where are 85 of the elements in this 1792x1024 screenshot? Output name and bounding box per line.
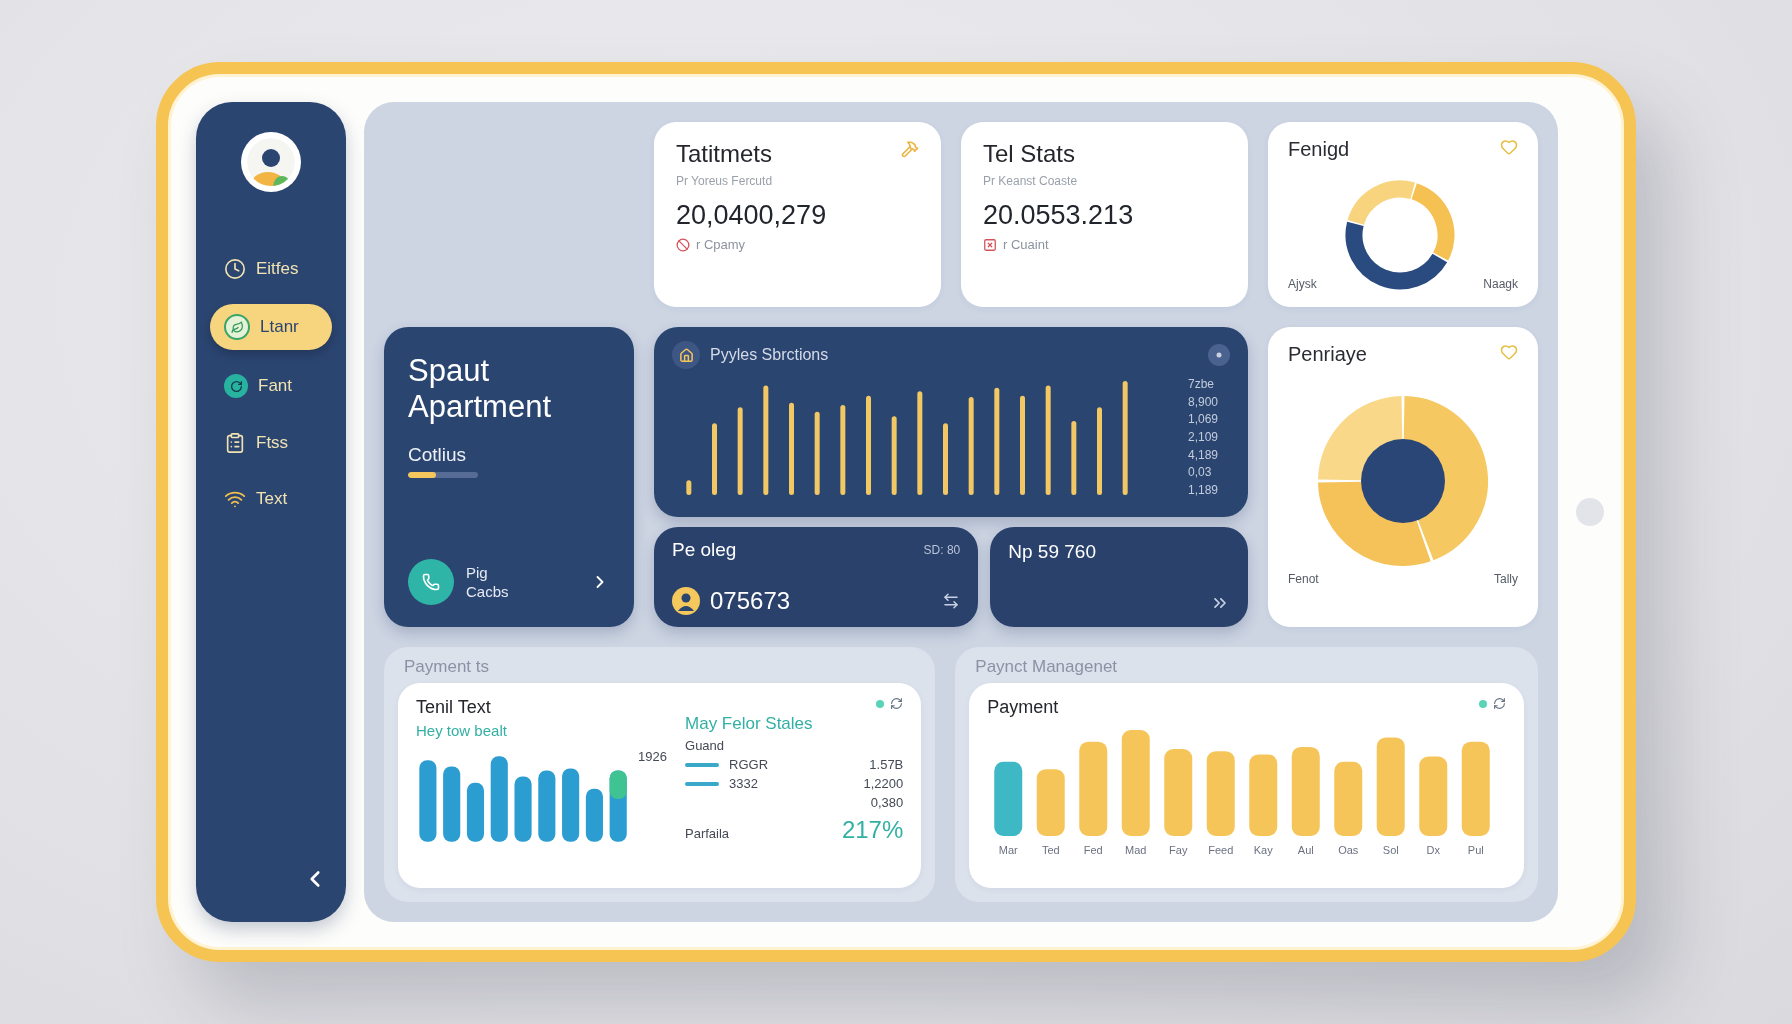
x-axis-label: Pul: [1468, 844, 1484, 856]
stat-note: r Cuaint: [1003, 237, 1049, 252]
chart-bar: [1037, 769, 1066, 836]
axis-label: 4,189: [1187, 447, 1218, 462]
card-title: Payment: [987, 697, 1059, 718]
x-axis-label: Kay: [1254, 844, 1274, 856]
chart-label: Tally: [1494, 571, 1518, 586]
x-axis-label: Dx: [1426, 844, 1441, 856]
status-dot-icon: [1479, 699, 1487, 708]
refresh-icon[interactable]: [890, 697, 904, 710]
square-x-icon: [983, 237, 997, 252]
section-label: Paynct Managenet: [974, 657, 1119, 677]
house-icon: [672, 341, 700, 369]
sidebar-item[interactable]: Ltanr: [210, 304, 332, 350]
footer-label: Parfaila: [685, 826, 730, 841]
legend-line-icon: [685, 762, 719, 767]
chart-label: Ajysk: [1288, 277, 1317, 291]
axis-label: 8,900: [1187, 394, 1218, 409]
x-axis-label: Mad: [1125, 844, 1147, 856]
x-axis-label: Fed: [1084, 844, 1104, 856]
x-axis-label: Feed: [1208, 844, 1234, 856]
contact-name: Pig Cacbs: [466, 562, 510, 602]
chart-bar: [712, 423, 717, 495]
clock-icon: [224, 258, 246, 280]
card-title: Spaut Apartment: [408, 353, 552, 425]
balance-value: 075673: [710, 587, 791, 615]
stat-value: 20.0553.213: [983, 200, 1135, 231]
chart-label: Naagk: [1483, 277, 1518, 291]
x-axis-label: Sol: [1383, 844, 1399, 856]
side-label: Guand: [685, 738, 726, 753]
balance-note: SD: 80: [923, 543, 961, 557]
x-axis-label: Aul: [1298, 844, 1314, 856]
axis-label: 0,03: [1187, 465, 1213, 480]
chart-title: Pyyles Sbrctions: [710, 346, 829, 364]
card-subtitle: Pr Keanst Coaste: [983, 174, 1079, 188]
stat-note: r Cpamy: [696, 237, 746, 252]
refresh-icon[interactable]: [1493, 697, 1506, 710]
user-avatar-icon: [672, 587, 700, 615]
legend-value: 0,380: [870, 795, 904, 810]
card-title: Tatitmets: [676, 140, 773, 168]
sidebar-item[interactable]: Ftss: [210, 422, 332, 464]
avatar-icon: [241, 132, 301, 192]
card-subtitle: Pr Yoreus Fercutd: [676, 174, 774, 188]
card-title: Pe oleg: [672, 539, 737, 561]
legend-value: 1,2200: [863, 776, 904, 791]
card-title: Tenil Text: [416, 697, 492, 718]
legend-line-icon: [685, 781, 719, 786]
bar-label: 1926: [638, 749, 667, 764]
card-title: Fenigd: [1288, 138, 1350, 161]
swap-icon[interactable]: [942, 592, 961, 610]
rotate-icon: [224, 374, 248, 398]
leaf-icon: [224, 314, 250, 340]
sidebar-item[interactable]: Text: [210, 478, 332, 520]
x-axis-label: Ted: [1042, 844, 1060, 856]
chart-label: Fenot: [1288, 571, 1319, 586]
camera-dot-icon: [1576, 498, 1604, 526]
circle-icon[interactable]: [1208, 344, 1230, 366]
side-title: May Felor Stales: [685, 714, 814, 734]
axis-label: 2,109: [1187, 429, 1218, 444]
chart-bar: [686, 480, 692, 495]
legend-code: RGGR: [729, 757, 769, 772]
ban-icon: [676, 237, 690, 252]
x-axis-label: Fay: [1169, 844, 1188, 856]
card-title: Penriaye: [1288, 343, 1367, 366]
footer-value: 217%: [841, 816, 904, 844]
sidebar-item[interactable]: Fant: [210, 364, 332, 408]
legend-code: 3332: [729, 776, 759, 791]
card-title: Np 59 760: [1008, 541, 1097, 563]
section-label: Payment ts: [403, 657, 491, 677]
axis-label: 1,069: [1187, 412, 1218, 427]
axis-label: 7zbe: [1187, 377, 1215, 391]
phone-icon: [408, 559, 454, 605]
clipboard-icon: [224, 432, 246, 454]
sidebar-item[interactable]: Eitfes: [210, 248, 332, 290]
x-axis-label: Oas: [1338, 844, 1359, 856]
stat-value: 20,0400,279: [676, 200, 828, 231]
legend-value: 1.57B: [869, 757, 904, 772]
axis-label: 1,189: [1187, 482, 1218, 497]
card-subtitle: Hey tow bealt: [416, 722, 508, 739]
status-dot-icon: [876, 699, 885, 708]
hammer-icon: [901, 140, 919, 158]
x-axis-label: Mar: [999, 844, 1018, 856]
chart-bar: [943, 423, 948, 495]
card-title: Tel Stats: [983, 140, 1076, 168]
status-label: Cotlius: [408, 444, 468, 467]
